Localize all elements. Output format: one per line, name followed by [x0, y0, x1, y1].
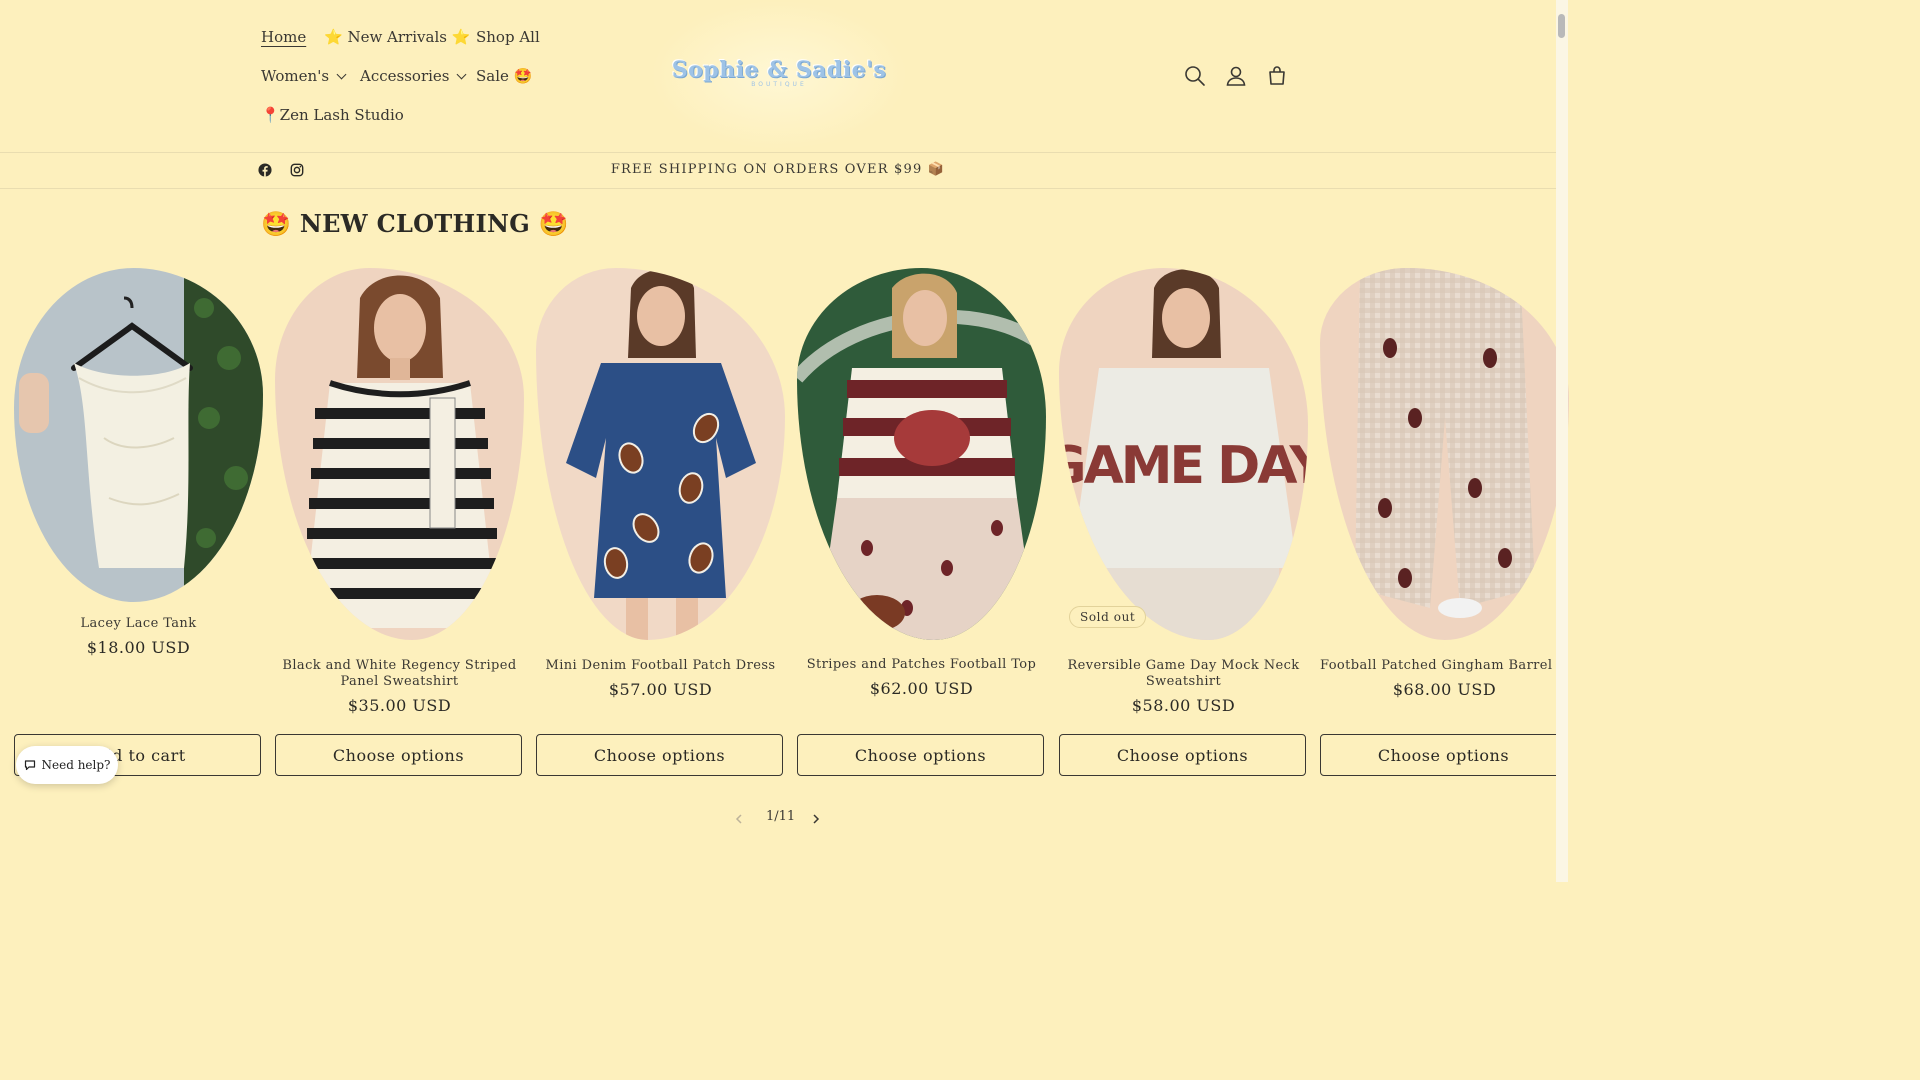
logo-text: Sophie & Sadie's	[671, 56, 887, 83]
choose-options-button[interactable]: Choose options	[536, 734, 783, 776]
chevron-left-icon[interactable]	[733, 813, 745, 825]
product-title[interactable]: Mini Denim Football Patch Dress	[536, 658, 785, 674]
product-card: Mini Denim Football Patch Dress $57.00 U…	[536, 268, 785, 788]
product-card: Lacey Lace Tank $18.00 USD Add to cart	[14, 268, 263, 788]
nav-womens-label: Women's	[261, 67, 330, 85]
announcement-divider	[0, 188, 1556, 189]
product-title[interactable]: Reversible Game Day Mock Neck Sweatshirt	[1059, 658, 1308, 690]
nav-sale[interactable]: Sale 🤩	[476, 67, 532, 85]
cart-icon[interactable]	[1265, 64, 1289, 88]
nav-accessories-label: Accessories	[360, 67, 450, 85]
product-photo	[14, 268, 263, 602]
nav-new-arrivals[interactable]: ⭐ New Arrivals ⭐	[324, 28, 470, 46]
product-title[interactable]: Football Patched Gingham Barrel Pants	[1320, 658, 1556, 674]
product-card: Stripes and Patches Football Top $62.00 …	[797, 268, 1046, 788]
product-image[interactable]	[536, 268, 785, 640]
product-card: Black and White Regency Striped Panel Sw…	[275, 268, 524, 788]
store-logo[interactable]: Sophie & Sadie's BOUTIQUE	[650, 0, 908, 150]
product-title[interactable]: Lacey Lace Tank	[14, 616, 263, 632]
need-help-label: Need help?	[41, 758, 111, 772]
product-price: $18.00 USD	[86, 638, 191, 657]
product-price: $62.00 USD	[869, 679, 974, 698]
choose-options-button[interactable]: Choose options	[797, 734, 1044, 776]
nav-shop-all[interactable]: Shop All	[476, 28, 540, 46]
product-image[interactable]	[14, 268, 263, 602]
product-price: $68.00 USD	[1392, 680, 1497, 699]
need-help-button[interactable]: Need help?	[16, 746, 118, 784]
facebook-icon[interactable]	[258, 163, 272, 177]
product-photo	[275, 268, 524, 640]
logo-subtext: BOUTIQUE	[751, 80, 807, 88]
pagination-counter: 1/11	[766, 809, 796, 824]
nav-womens[interactable]: Women's	[261, 67, 347, 85]
product-image[interactable]	[1320, 268, 1569, 640]
choose-options-button[interactable]: Choose options	[1059, 734, 1306, 776]
search-icon[interactable]	[1183, 64, 1207, 88]
product-photo	[536, 268, 785, 640]
product-photo	[1320, 268, 1569, 640]
nav-zen-lash-studio[interactable]: 📍Zen Lash Studio	[261, 106, 404, 124]
chevron-right-icon[interactable]	[810, 813, 822, 825]
page-scrollbar[interactable]	[1556, 0, 1568, 882]
product-title[interactable]: Black and White Regency Striped Panel Sw…	[275, 658, 524, 690]
chat-bubble-icon	[24, 760, 35, 771]
header-divider	[0, 152, 1556, 153]
product-price: $57.00 USD	[608, 680, 713, 699]
product-price: $35.00 USD	[347, 696, 452, 715]
product-price: $58.00 USD	[1131, 696, 1236, 715]
product-card: GAME DAY Sold out Reversible Game Day Mo…	[1059, 268, 1308, 788]
product-card: Football Patched Gingham Barrel Pants $6…	[1320, 268, 1569, 788]
product-photo	[797, 268, 1046, 640]
chevron-down-icon	[457, 69, 467, 80]
product-photo: GAME DAY	[1059, 268, 1308, 640]
product-image[interactable]	[275, 268, 524, 640]
instagram-icon[interactable]	[290, 163, 304, 177]
product-title[interactable]: Stripes and Patches Football Top	[797, 657, 1046, 673]
sold-out-badge: Sold out	[1069, 606, 1147, 628]
product-image[interactable]	[797, 268, 1046, 640]
scrollbar-thumb[interactable]	[1558, 14, 1565, 38]
nav-home[interactable]: Home	[261, 28, 306, 46]
product-image[interactable]: GAME DAY	[1059, 268, 1308, 640]
account-icon[interactable]	[1224, 64, 1248, 88]
announcement-text: FREE SHIPPING ON ORDERS OVER $99 📦	[610, 162, 946, 177]
nav-accessories[interactable]: Accessories	[360, 67, 467, 85]
choose-options-button[interactable]: Choose options	[1320, 734, 1567, 776]
choose-options-button[interactable]: Choose options	[275, 734, 522, 776]
section-title: 🤩 NEW CLOTHING 🤩	[261, 209, 569, 238]
chevron-down-icon	[336, 69, 347, 80]
sweatshirt-print-text: GAME DAY	[1059, 436, 1308, 496]
